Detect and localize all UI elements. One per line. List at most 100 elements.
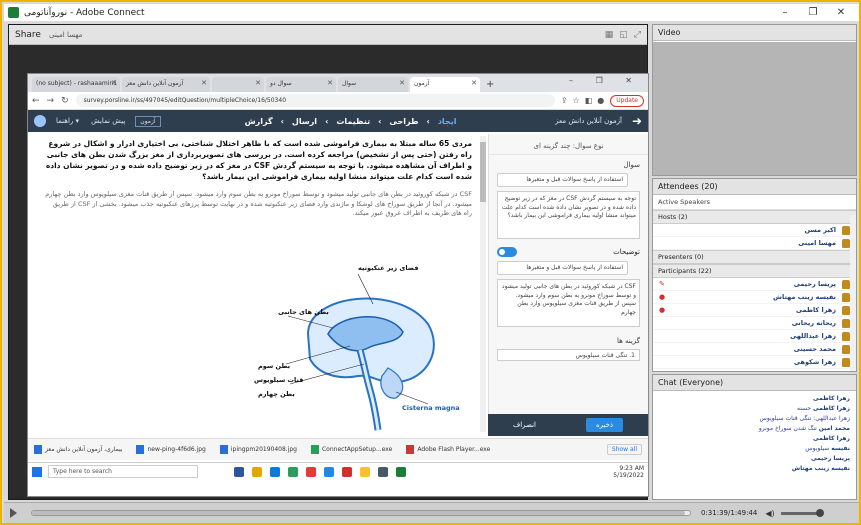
reload-icon[interactable]: ↻ — [61, 96, 69, 106]
attendee-row[interactable]: نفیسه زینب مهتاش ● — [653, 291, 856, 304]
recording-playback-bar: 0:31:39/1:49:44 ◀) — [4, 502, 859, 523]
fit-screen-icon[interactable]: ◱ — [619, 30, 628, 40]
download-item[interactable]: Adobe Flash Player...exe — [406, 445, 490, 454]
brain-csf-diagram: فضای زیر عنکبوتیه بطن های جانبی بطن سوم … — [254, 264, 460, 434]
step-send[interactable]: ارسال — [292, 117, 317, 126]
volume-knob[interactable] — [815, 508, 824, 517]
participant-avatar-icon — [842, 292, 850, 302]
browser-tab[interactable]: سوال ✕ — [338, 77, 408, 92]
content-scrollbar[interactable] — [480, 136, 486, 432]
chat-message: زهرا کاظمی — [813, 395, 850, 402]
preview-link[interactable]: پیش نمایش — [91, 117, 125, 125]
participants-group-header[interactable]: Participants (22) — [653, 264, 856, 278]
adobe-connect-icon[interactable] — [396, 466, 406, 477]
browser-tab-active[interactable]: آزمون ✕ — [410, 77, 480, 92]
download-item[interactable]: بیماری، آزمون آنلاین دانش معز — [34, 445, 122, 454]
step-design[interactable]: طراحی — [389, 117, 418, 126]
taskbar-search-input[interactable]: Type here to search — [48, 465, 198, 478]
step-settings[interactable]: تنظیمات — [336, 117, 370, 126]
attendees-scrollbar[interactable] — [850, 215, 856, 371]
attendee-row[interactable]: زهرا شکوهی — [653, 356, 856, 369]
participant-avatar-icon — [842, 318, 850, 328]
fullscreen-icon[interactable]: ⤢ — [634, 30, 641, 40]
star-icon[interactable]: ☆ — [573, 96, 580, 105]
participant-avatar-icon — [842, 331, 850, 341]
attendee-row[interactable]: مهسا امینی — [653, 237, 856, 250]
browser-tab[interactable]: سوال دو ✕ — [266, 77, 336, 92]
shared-screen: (no subject) - rashaaamin1 ✕ آزمون آنلاین… — [27, 73, 649, 497]
close-tab-icon[interactable]: ✕ — [399, 79, 405, 87]
update-button[interactable]: Update — [610, 94, 644, 107]
seek-bar[interactable] — [31, 510, 691, 516]
chat-messages: زهرا کاظمی زهرا کاظمی حسنه زهرا عبداللهی… — [653, 391, 856, 477]
browser-tab[interactable]: ✕ — [212, 77, 264, 92]
presenters-group-header[interactable]: Presenters (0) — [653, 250, 856, 264]
step-report[interactable]: گزارش — [245, 117, 273, 126]
playback-time: 0:31:39/1:49:44 — [701, 509, 758, 517]
attendee-row[interactable]: زهرا عبداللهی — [653, 330, 856, 343]
browser-tab[interactable]: آزمون آنلاین دانش معز ✕ — [122, 77, 210, 92]
chrome-icon[interactable] — [306, 466, 316, 477]
close-button[interactable]: ✕ — [828, 5, 854, 21]
save-button[interactable]: ذخیره — [585, 418, 624, 432]
question-type-label: نوع سوال: چند گزینه ای — [489, 134, 648, 155]
task-view-icon[interactable] — [234, 466, 244, 477]
cancel-button[interactable]: انصراف — [513, 421, 536, 429]
profile-icon[interactable]: ● — [597, 96, 604, 105]
close-tab-icon[interactable]: ✕ — [471, 79, 477, 87]
hosts-group-header[interactable]: Hosts (2) — [653, 210, 856, 224]
close-tab-icon[interactable]: ✕ — [255, 79, 261, 87]
close-tab-icon[interactable]: ✕ — [111, 79, 117, 87]
forward-arrow-icon[interactable]: → — [47, 96, 55, 106]
use-previous-answers-button-2[interactable]: استفاده از پاسخ سوالات قبل و متغیرها — [497, 261, 628, 275]
close-tab-icon[interactable]: ✕ — [201, 79, 207, 87]
file-icon — [310, 445, 319, 454]
question-text-field[interactable]: توجه به سیستم گردش CSF در مغز که در زیر … — [497, 191, 640, 239]
description-text-field[interactable]: CSF در شبکه کوروئید در بطن های جانبی تول… — [497, 279, 640, 327]
system-clock[interactable]: 9:23 AM 5/19/2022 — [613, 465, 644, 479]
grid-view-icon[interactable]: ▦ — [605, 30, 614, 40]
extension-icon[interactable]: ◧ — [585, 96, 593, 105]
description-toggle[interactable] — [497, 247, 517, 257]
back-arrow-icon[interactable]: ← — [32, 96, 40, 106]
new-tab-button[interactable]: + — [486, 77, 494, 92]
guide-menu[interactable]: راهنما ▾ — [56, 117, 79, 125]
download-item[interactable]: new-ping-4f6d6.jpg — [136, 445, 206, 454]
close-tab-icon[interactable]: ✕ — [327, 79, 333, 87]
telegram-icon[interactable] — [324, 466, 334, 477]
use-previous-answers-button[interactable]: استفاده از پاسخ سوالات قبل و متغیرها — [497, 173, 628, 187]
app-icon[interactable] — [378, 466, 388, 477]
browser-window-controls[interactable]: – ❐ ✕ — [569, 76, 642, 85]
attendee-row[interactable]: زهرا کاظمی ● — [653, 304, 856, 317]
attendee-row[interactable]: محمد حسینی — [653, 343, 856, 356]
url-field[interactable]: survey.porsline.ir/ss/497045/editQuestio… — [75, 94, 555, 107]
show-all-downloads-button[interactable]: Show all — [606, 444, 642, 455]
mode-badge: آزمون — [135, 115, 161, 127]
adobe-icon[interactable] — [342, 466, 352, 477]
exit-arrow-icon[interactable]: ➜ — [632, 114, 642, 128]
firefox-icon[interactable] — [360, 466, 370, 477]
question-preview: مردی 65 ساله مبتلا به بیماری فراموشی شده… — [38, 134, 478, 436]
chat-message: محمد امین تنگ شدن سوراخ مونرو — [758, 425, 850, 432]
share-icon[interactable]: ⇪ — [561, 96, 568, 105]
minimize-button[interactable]: – — [772, 5, 798, 21]
step-create[interactable]: ایجاد — [438, 117, 457, 126]
user-avatar-icon[interactable] — [34, 115, 46, 127]
file-explorer-icon[interactable] — [252, 466, 262, 477]
windows-start-icon[interactable] — [32, 466, 42, 477]
option-field[interactable]: 1. تنگی قنات سیلویوس — [497, 349, 640, 361]
browser-tab[interactable]: (no subject) - rashaaamin1 ✕ — [32, 77, 120, 92]
play-icon[interactable] — [10, 508, 17, 518]
volume-icon[interactable]: ◀) — [765, 509, 774, 518]
participant-avatar-icon — [842, 357, 850, 367]
store-icon[interactable] — [288, 466, 298, 477]
attendee-row[interactable]: اکبر مسن — [653, 224, 856, 237]
share-pod: Share مهسا امینی ▦ ◱ ⤢ (no subject) - ra… — [8, 24, 649, 500]
attendee-row[interactable]: پریسا رحیمی ✎ — [653, 278, 856, 291]
maximize-button[interactable]: ❐ — [800, 5, 826, 21]
download-item[interactable]: ipingpm20190408.jpg — [219, 445, 297, 454]
volume-slider[interactable] — [780, 508, 824, 517]
download-item[interactable]: ConnectAppSetup...exe — [310, 445, 392, 454]
edge-icon[interactable] — [270, 466, 280, 477]
attendee-row[interactable]: ریحانه ریحانی — [653, 317, 856, 330]
